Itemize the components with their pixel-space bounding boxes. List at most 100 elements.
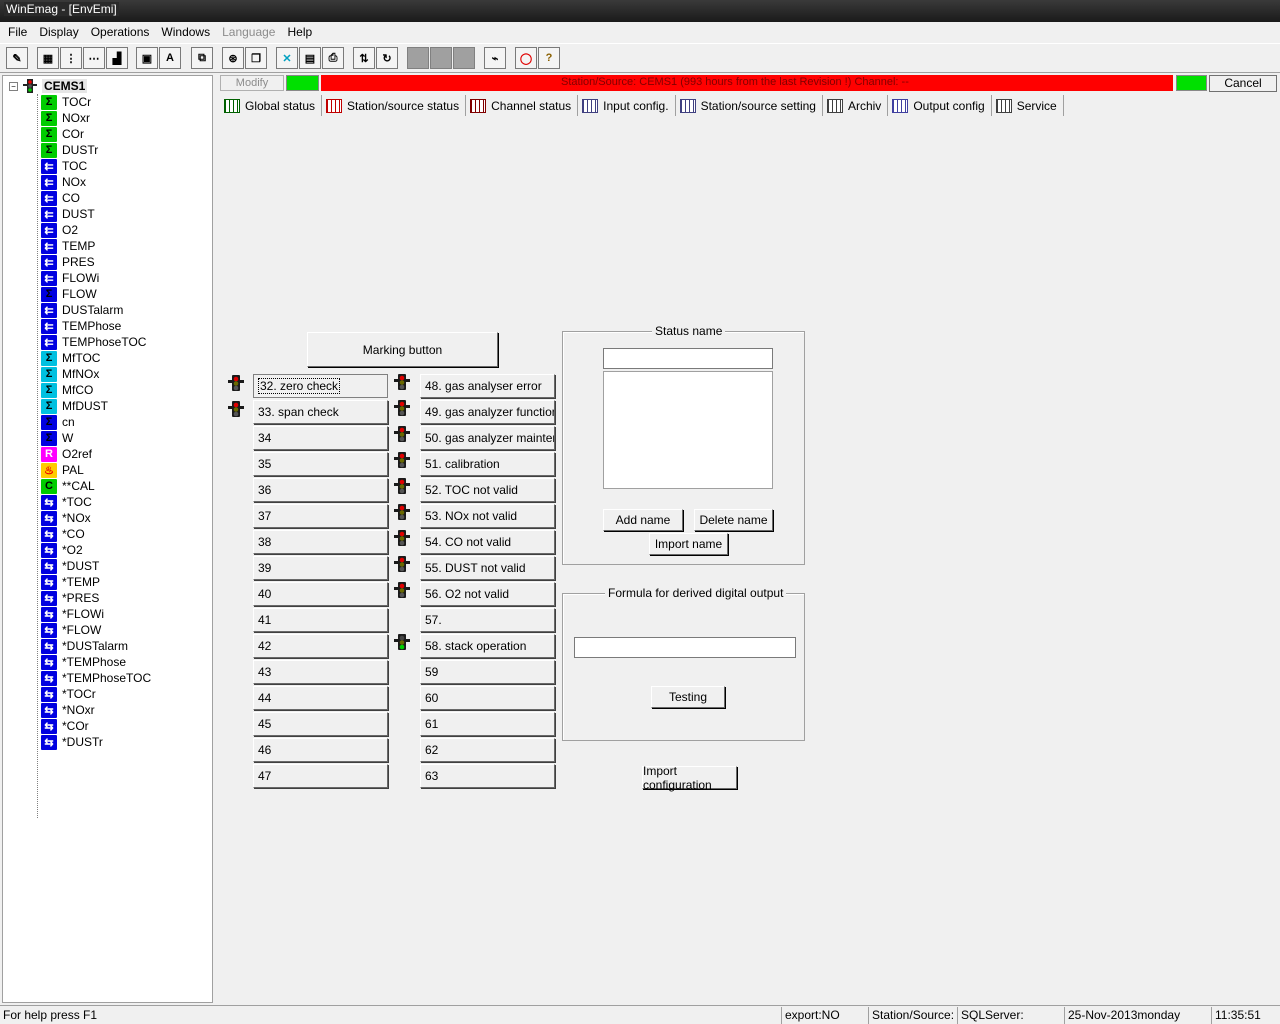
tree-item[interactable]: ⇇ TEMPhoseTOC <box>41 334 146 350</box>
tab-output-config[interactable]: Output config <box>888 95 992 116</box>
tree-item[interactable]: ⇆ *COr <box>41 718 89 734</box>
menu-help[interactable]: Help <box>281 25 318 39</box>
grid-icon[interactable]: ▤ <box>299 47 321 69</box>
status-name-input[interactable] <box>603 348 773 369</box>
output-slot-left[interactable]: 44 <box>253 686 388 710</box>
import-configuration-button[interactable]: Import configuration <box>642 764 737 792</box>
scope-icon[interactable]: ⌁ <box>484 47 506 69</box>
tree-item[interactable]: ⇆ *DUSTalarm <box>41 638 128 654</box>
tree-item[interactable]: ⇆ *PRES <box>41 590 99 606</box>
tree-item[interactable]: ⇆ *TEMPhose <box>41 654 126 670</box>
output-slot-left[interactable]: 37 <box>253 504 388 528</box>
tree-item[interactable]: Σ NOxr <box>41 110 90 126</box>
cancel-button[interactable]: Cancel <box>1209 75 1277 92</box>
menu-file[interactable]: File <box>2 25 33 39</box>
tree-item[interactable]: ⇆ *DUSTr <box>41 734 103 750</box>
tree-item[interactable]: ⇇ TEMPhose <box>41 318 121 334</box>
modify-button[interactable]: Modify <box>220 75 284 91</box>
output-slot-right[interactable]: 52. TOC not valid <box>420 478 555 502</box>
pen-icon[interactable]: ✎ <box>6 47 28 69</box>
output-slot-right[interactable]: 61 <box>420 712 555 736</box>
tree-item[interactable]: ⇇ DUSTalarm <box>41 302 123 318</box>
tree-item[interactable]: ⇆ *TEMPhoseTOC <box>41 670 151 686</box>
tab-station-source-setting[interactable]: Station/source setting <box>676 95 823 116</box>
tree-item[interactable]: Σ TOCr <box>41 94 91 110</box>
menu-display[interactable]: Display <box>33 25 84 39</box>
station-icon[interactable]: ▦ <box>37 47 59 69</box>
disabled3-icon[interactable] <box>453 47 475 69</box>
output-slot-right[interactable]: 50. gas analyzer maintenanc <box>420 426 555 450</box>
tab-global-status[interactable]: Global status <box>220 95 323 116</box>
sort-icon[interactable]: ⇅ <box>353 47 375 69</box>
testing-button[interactable]: Testing <box>651 686 725 708</box>
output-slot-right[interactable]: 62 <box>420 738 555 762</box>
tree-item[interactable]: ⇇ TOC <box>41 158 87 174</box>
tree-item[interactable]: Σ MfTOC <box>41 350 100 366</box>
traffic-icon[interactable]: ⊛ <box>222 47 244 69</box>
bars-icon[interactable]: ⋯ <box>83 47 105 69</box>
tree-item[interactable]: R O2ref <box>41 446 92 462</box>
tree-item[interactable]: ⇇ FLOWi <box>41 270 99 286</box>
template-icon[interactable]: A <box>159 47 181 69</box>
output-slot-right[interactable]: 59 <box>420 660 555 684</box>
menu-language[interactable]: Language <box>216 25 281 39</box>
tree-item[interactable]: ⇆ *O2 <box>41 542 83 558</box>
status-name-list[interactable] <box>603 371 773 489</box>
print-icon[interactable]: ⎙ <box>322 47 344 69</box>
tree-root[interactable]: − CEMS1 <box>9 78 88 94</box>
output-slot-right[interactable]: 60 <box>420 686 555 710</box>
output-slot-left[interactable]: 46 <box>253 738 388 762</box>
output-slot-right[interactable]: 49. gas analyzer function ch <box>420 400 555 424</box>
tab-archiv[interactable]: Archiv <box>823 95 889 116</box>
tree-item[interactable]: ⇆ *FLOW <box>41 622 101 638</box>
output-slot-left[interactable]: 38 <box>253 530 388 554</box>
output-slot-left[interactable]: 34 <box>253 426 388 450</box>
stop-icon[interactable]: ◯ <box>515 47 537 69</box>
output-slot-right[interactable]: 51. calibration <box>420 452 555 476</box>
output-slot-left[interactable]: 45 <box>253 712 388 736</box>
tree-item[interactable]: ⇇ PRES <box>41 254 95 270</box>
output-slot-left[interactable]: 36 <box>253 478 388 502</box>
marking-button[interactable]: Marking button <box>307 332 498 367</box>
output-slot-left[interactable]: 43 <box>253 660 388 684</box>
tree-item[interactable]: ⇆ *TOC <box>41 494 92 510</box>
output-slot-left[interactable]: 41 <box>253 608 388 632</box>
tree-item[interactable]: Σ MfDUST <box>41 398 108 414</box>
output-slot-left[interactable]: 42 <box>253 634 388 658</box>
collapse-icon[interactable]: − <box>9 81 18 91</box>
output-slot-right[interactable]: 55. DUST not valid <box>420 556 555 580</box>
output-slot-right[interactable]: 57. <box>420 608 555 632</box>
config-icon[interactable]: ⧉ <box>191 47 213 69</box>
output-slot-left[interactable]: 40 <box>253 582 388 606</box>
tree-item[interactable]: ⇆ *FLOWi <box>41 606 104 622</box>
output-slot-right[interactable]: 53. NOx not valid <box>420 504 555 528</box>
tree-item[interactable]: ⇆ *NOx <box>41 510 91 526</box>
chart-icon[interactable]: ▟ <box>106 47 128 69</box>
output-slot-left[interactable]: 33. span check <box>253 400 388 424</box>
output-slot-right[interactable]: 56. O2 not valid <box>420 582 555 606</box>
formula-input[interactable] <box>574 637 796 658</box>
tree-item[interactable]: ⇇ O2 <box>41 222 78 238</box>
tab-station-source-status[interactable]: Station/source status <box>322 95 467 116</box>
tree-item[interactable]: Σ COr <box>41 126 84 142</box>
output-slot-left[interactable]: 32. zero check <box>253 374 388 398</box>
station-tree[interactable]: − CEMS1 Σ TOCr Σ NOxr Σ COr Σ DUSTr ⇇ TOC ⇇ NOx ⇇ CO ⇇… <box>2 75 213 1003</box>
tree-item[interactable]: ⇇ NOx <box>41 174 86 190</box>
tree-item[interactable]: Σcn <box>41 414 75 430</box>
delete-name-button[interactable]: Delete name <box>694 509 773 531</box>
tree-item[interactable]: ⇆ *NOxr <box>41 702 95 718</box>
import-name-button[interactable]: Import name <box>649 533 728 555</box>
cross-icon[interactable]: ✕ <box>276 47 298 69</box>
tab-input-config[interactable]: Input config. <box>578 95 676 116</box>
tree-item[interactable]: ⇆ *TEMP <box>41 574 100 590</box>
tree-item[interactable]: ⇇ TEMP <box>41 238 95 254</box>
tree-item[interactable]: Σ DUSTr <box>41 142 98 158</box>
tree-item[interactable]: ⇆ *TOCr <box>41 686 96 702</box>
disabled2-icon[interactable] <box>430 47 452 69</box>
tree-item[interactable]: Σ FLOW <box>41 286 97 302</box>
save-icon[interactable]: ▣ <box>136 47 158 69</box>
tree-item[interactable]: ⇆ *CO <box>41 526 85 542</box>
channels-icon[interactable]: ⋮ <box>60 47 82 69</box>
tree-item[interactable]: ΣW <box>41 430 73 446</box>
menu-operations[interactable]: Operations <box>85 25 156 39</box>
